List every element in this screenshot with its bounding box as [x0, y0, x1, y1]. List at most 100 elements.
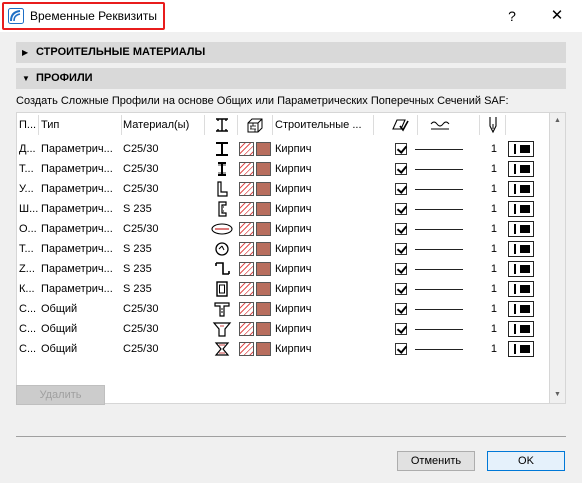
row-type: Параметрич... [41, 263, 113, 275]
row-name: С... [19, 343, 37, 355]
override-checkbox[interactable] [395, 243, 407, 255]
table-row[interactable]: Ш... Параметрич... S 235 Кирпич 1 [17, 199, 549, 219]
fill-pattern-swatch[interactable] [239, 242, 254, 256]
section-profiles[interactable]: ▼ ПРОФИЛИ [16, 68, 566, 89]
surface-color-swatch[interactable] [256, 302, 271, 316]
line-type-sample[interactable] [415, 329, 463, 330]
fill-pattern-swatch[interactable] [239, 202, 254, 216]
override-checkbox[interactable] [395, 143, 407, 155]
line-type-icon[interactable] [429, 119, 451, 131]
fill-pattern-swatch[interactable] [239, 282, 254, 296]
row-pen-count: 1 [490, 223, 497, 235]
override-checkbox[interactable] [395, 303, 407, 315]
line-type-sample[interactable] [415, 309, 463, 310]
override-checkbox[interactable] [395, 263, 407, 275]
row-type: Общий [41, 323, 78, 335]
fill-pattern-swatch[interactable] [239, 322, 254, 336]
z-section-profile-icon [215, 262, 230, 275]
override-checkbox[interactable] [395, 323, 407, 335]
fill-pattern-swatch[interactable] [239, 182, 254, 196]
row-material: C25/30 [123, 143, 159, 155]
row-building-material: Кирпич [275, 223, 312, 235]
pen-icon[interactable] [487, 116, 499, 134]
override-checkbox[interactable] [395, 283, 407, 295]
table-row[interactable]: С... Общий C25/30 Кирпич 1 [17, 319, 549, 339]
override-checkbox[interactable] [395, 183, 407, 195]
fill-pattern-swatch[interactable] [239, 342, 254, 356]
line-type-sample[interactable] [415, 209, 463, 210]
pen-selector[interactable] [508, 181, 534, 197]
override-checkbox[interactable] [395, 163, 407, 175]
section-label: ПРОФИЛИ [36, 72, 93, 84]
section-building-materials[interactable]: ▶ СТРОИТЕЛЬНЫЕ МАТЕРИАЛЫ [16, 42, 566, 63]
header-type[interactable]: Тип [41, 113, 121, 137]
cancel-button[interactable]: Отменить [397, 451, 475, 471]
line-type-sample[interactable] [415, 249, 463, 250]
pen-selector[interactable] [508, 321, 534, 337]
override-surface-icon[interactable] [391, 117, 409, 133]
surface-color-swatch[interactable] [256, 242, 271, 256]
circle-profile-icon [215, 242, 229, 256]
line-type-sample[interactable] [415, 149, 463, 150]
line-type-sample[interactable] [415, 349, 463, 350]
pen-selector[interactable] [508, 141, 534, 157]
building-material-icon[interactable] [246, 118, 264, 133]
surface-color-swatch[interactable] [256, 322, 271, 336]
table-row[interactable]: С... Общий C25/30 Кирпич 1 [17, 299, 549, 319]
pen-selector[interactable] [508, 301, 534, 317]
pen-selector[interactable] [508, 341, 534, 357]
row-pen-count: 1 [490, 143, 497, 155]
ok-button[interactable]: OK [487, 451, 565, 471]
pen-selector[interactable] [508, 261, 534, 277]
close-button[interactable]: ✕ [546, 5, 568, 27]
pen-selector[interactable] [508, 241, 534, 257]
fill-pattern-swatch[interactable] [239, 162, 254, 176]
line-type-sample[interactable] [415, 229, 463, 230]
header-building-materials[interactable]: Строительные ... [275, 113, 371, 137]
table-row[interactable]: Т... Параметрич... S 235 Кирпич 1 [17, 239, 549, 259]
table-row[interactable]: Д... Параметрич... C25/30 Кирпич 1 [17, 139, 549, 159]
table-row[interactable]: О... Параметрич... C25/30 Кирпич 1 [17, 219, 549, 239]
surface-color-swatch[interactable] [256, 142, 271, 156]
header-material[interactable]: Материал(ы) [123, 113, 203, 137]
row-name: Ш... [19, 203, 39, 215]
surface-color-swatch[interactable] [256, 222, 271, 236]
pen-selector[interactable] [508, 201, 534, 217]
row-building-material: Кирпич [275, 263, 312, 275]
header-name[interactable]: П... [19, 113, 39, 137]
pen-selector[interactable] [508, 161, 534, 177]
table-row[interactable]: Т... Параметрич... C25/30 Кирпич 1 [17, 159, 549, 179]
fill-pattern-swatch[interactable] [239, 222, 254, 236]
line-type-sample[interactable] [415, 169, 463, 170]
table-scrollbar[interactable]: ▲ ▼ [550, 112, 566, 404]
surface-color-swatch[interactable] [256, 162, 271, 176]
table-row[interactable]: У... Параметрич... C25/30 Кирпич 1 [17, 179, 549, 199]
divider [16, 436, 566, 437]
surface-color-swatch[interactable] [256, 262, 271, 276]
fill-pattern-swatch[interactable] [239, 302, 254, 316]
scroll-down-arrow-icon[interactable]: ▼ [550, 387, 565, 403]
pen-selector[interactable] [508, 281, 534, 297]
line-type-sample[interactable] [415, 269, 463, 270]
table-row[interactable]: К... Параметрич... S 235 Кирпич 1 [17, 279, 549, 299]
cross-section-icon[interactable] [214, 118, 230, 132]
override-checkbox[interactable] [395, 203, 407, 215]
i-narrow-profile-icon [218, 162, 226, 176]
surface-color-swatch[interactable] [256, 202, 271, 216]
row-name: Z... [19, 263, 35, 275]
override-checkbox[interactable] [395, 343, 407, 355]
surface-color-swatch[interactable] [256, 182, 271, 196]
delete-button[interactable]: Удалить [16, 385, 105, 405]
table-row[interactable]: Z... Параметрич... S 235 Кирпич 1 [17, 259, 549, 279]
help-button[interactable]: ? [502, 5, 522, 27]
line-type-sample[interactable] [415, 289, 463, 290]
fill-pattern-swatch[interactable] [239, 142, 254, 156]
scroll-up-arrow-icon[interactable]: ▲ [550, 113, 565, 129]
fill-pattern-swatch[interactable] [239, 262, 254, 276]
line-type-sample[interactable] [415, 189, 463, 190]
table-row[interactable]: С... Общий C25/30 Кирпич 1 [17, 339, 549, 359]
surface-color-swatch[interactable] [256, 282, 271, 296]
pen-selector[interactable] [508, 221, 534, 237]
surface-color-swatch[interactable] [256, 342, 271, 356]
override-checkbox[interactable] [395, 223, 407, 235]
